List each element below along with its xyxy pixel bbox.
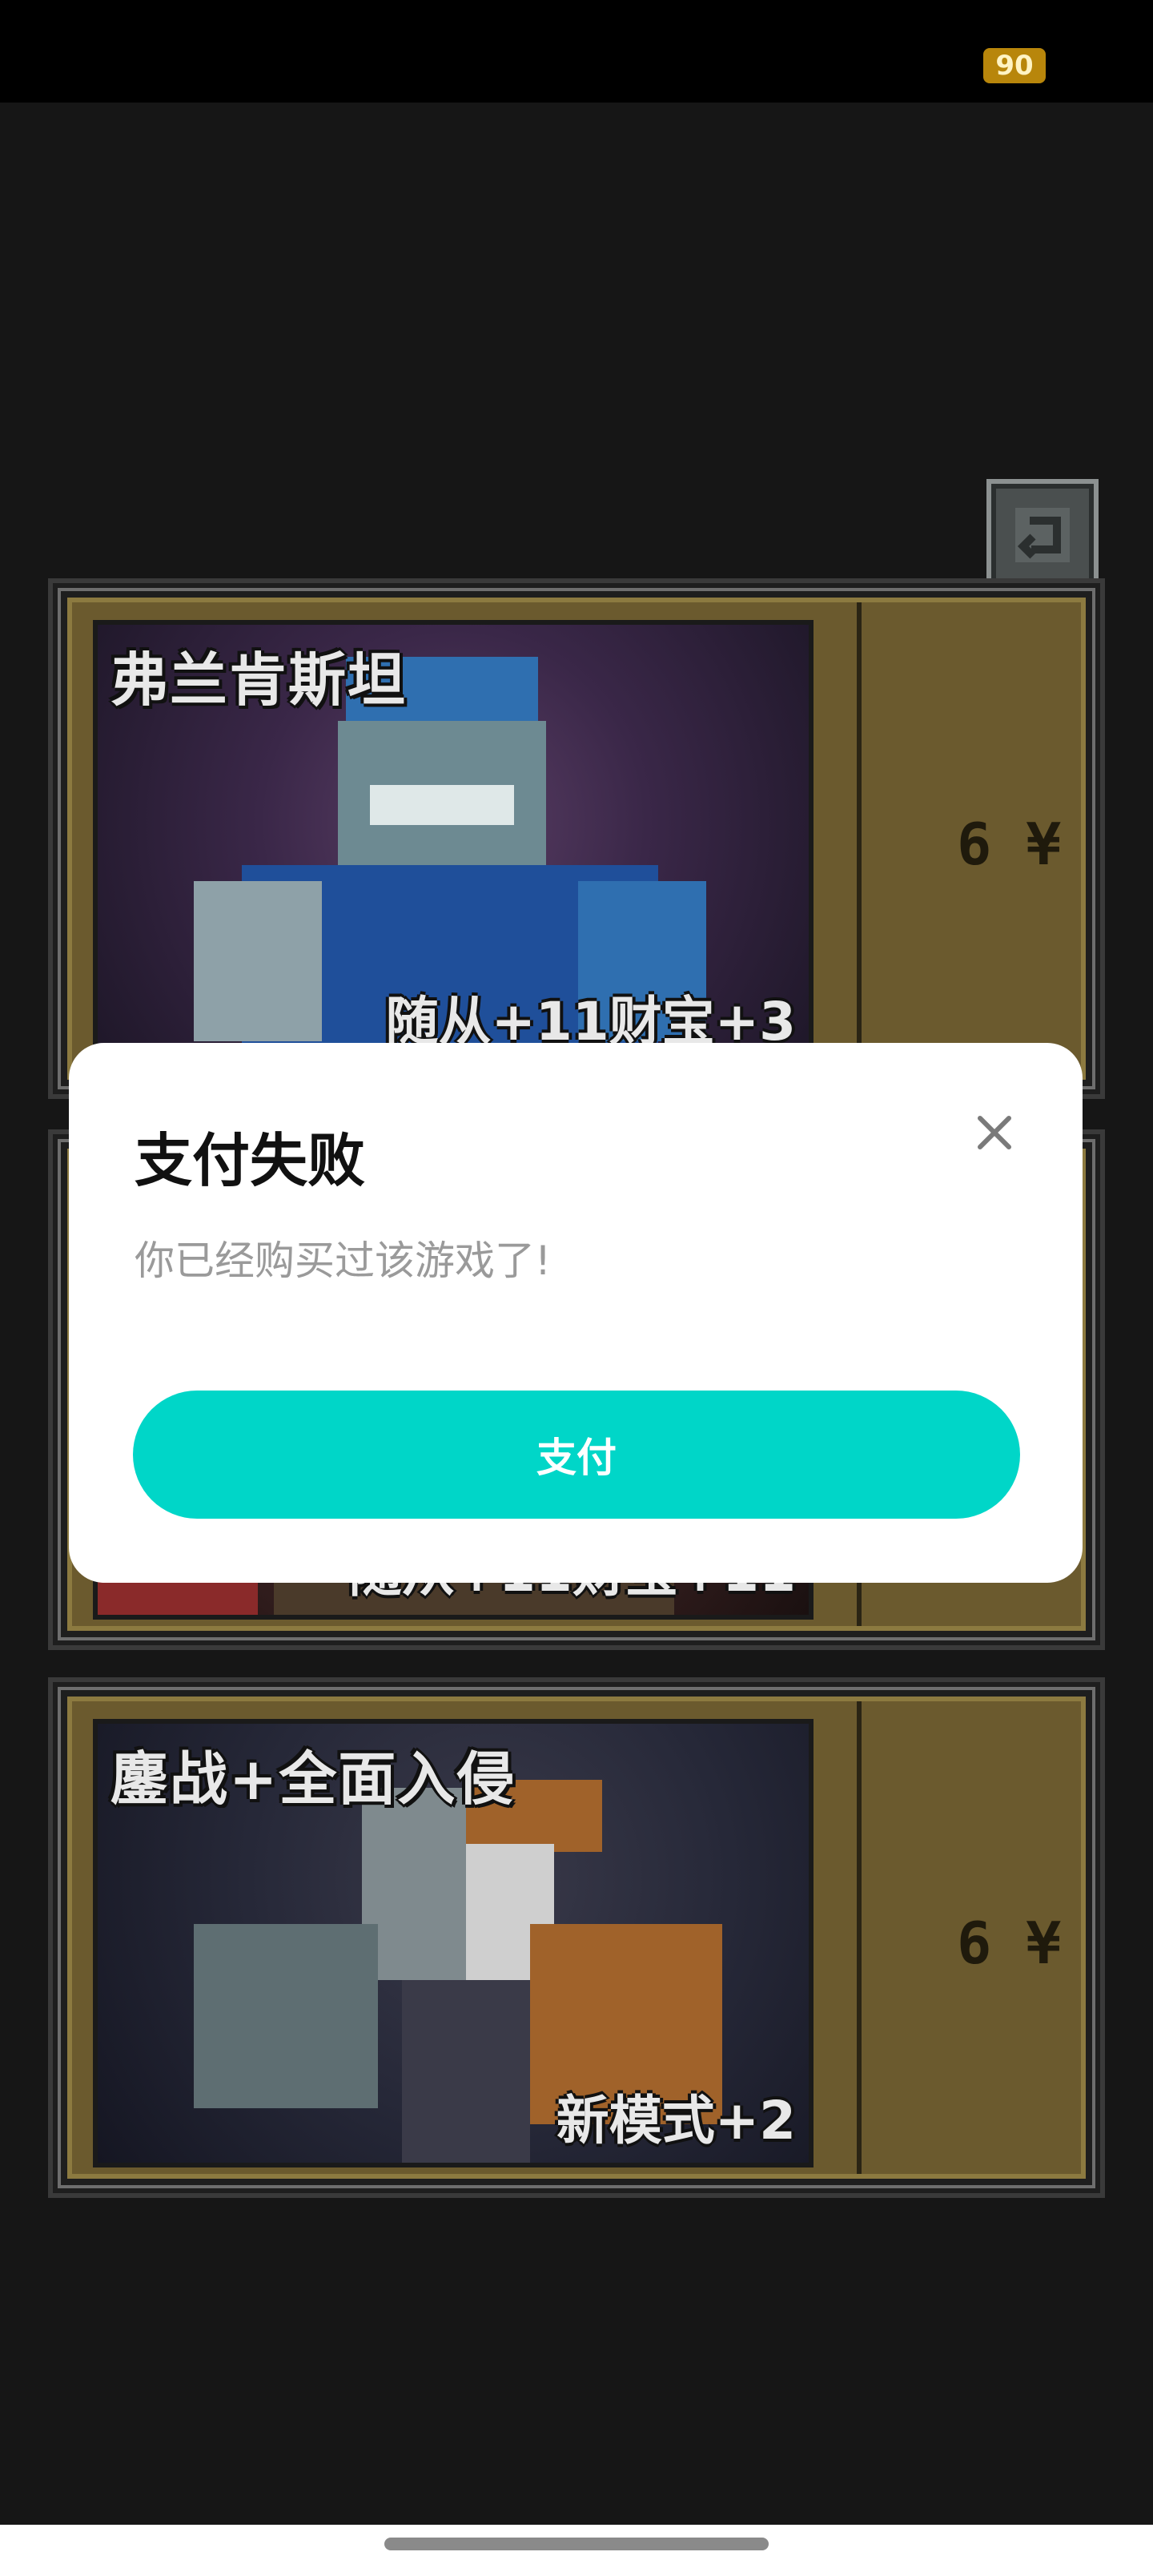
- product-title: 弗兰肯斯坦: [110, 646, 408, 714]
- product-art-1: 弗兰肯斯坦 随从+11财宝+3: [93, 620, 814, 1069]
- product-art-3: 鏖战+全面入侵 新模式+2: [93, 1719, 814, 2167]
- battery-indicator: 90: [983, 48, 1046, 83]
- product-price: 6 ¥: [956, 811, 1062, 878]
- dialog-title: 支付失败: [135, 1127, 366, 1194]
- close-icon: [978, 1116, 1011, 1149]
- product-card-3[interactable]: 鏖战+全面入侵 新模式+2 6 ¥: [48, 1677, 1105, 2198]
- pay-button[interactable]: 支付: [133, 1391, 1020, 1519]
- back-arrow-icon: [1015, 508, 1070, 562]
- payment-failed-dialog: 支付失败 你已经购买过该游戏了! 支付: [69, 1043, 1083, 1583]
- product-subtitle: 新模式+2: [556, 2090, 796, 2151]
- product-title: 鏖战+全面入侵: [110, 1745, 516, 1813]
- product-card-1[interactable]: 弗兰肯斯坦 随从+11财宝+3 6 ¥: [48, 578, 1105, 1099]
- close-button[interactable]: [969, 1107, 1020, 1158]
- back-button[interactable]: [986, 479, 1099, 591]
- product-price: 6 ¥: [956, 1910, 1062, 1977]
- bottom-bar: [0, 2525, 1153, 2576]
- home-indicator[interactable]: [384, 2538, 769, 2550]
- dialog-message: 你已经购买过该游戏了!: [135, 1238, 552, 1284]
- status-bar: 90: [0, 0, 1153, 103]
